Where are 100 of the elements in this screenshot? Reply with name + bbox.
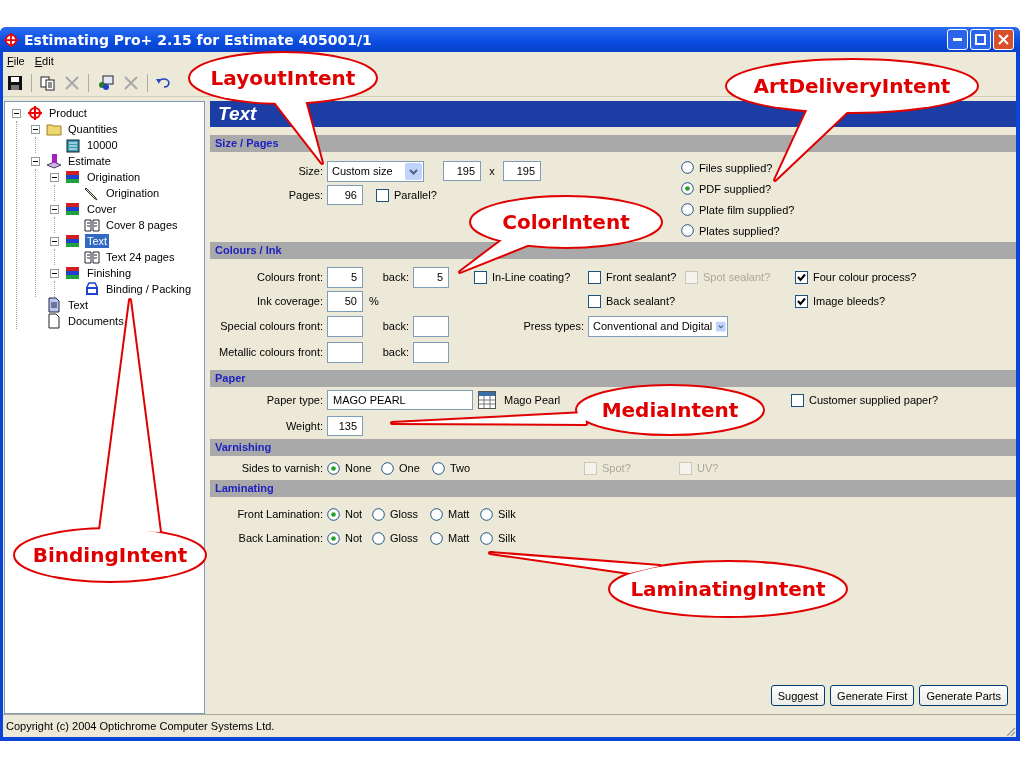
radio-button[interactable] <box>681 182 694 195</box>
checkbox[interactable] <box>791 393 804 407</box>
field-label: Metallic colours front: <box>218 346 324 358</box>
minimize-button[interactable] <box>947 29 968 50</box>
action-button[interactable]: Suggest <box>770 685 826 706</box>
collapse-icon[interactable] <box>50 236 59 246</box>
radio-button[interactable] <box>327 531 340 545</box>
copy-icon[interactable] <box>40 75 56 91</box>
tree-item[interactable]: Estimate <box>66 154 113 168</box>
tree-item[interactable]: Text 24 pages <box>104 250 177 264</box>
tree-item[interactable]: Origination <box>85 170 143 184</box>
paper-type-field[interactable]: MAGO PEARL <box>327 390 473 410</box>
colours-front-field[interactable]: 5 <box>327 266 363 288</box>
collapse-icon[interactable] <box>50 172 59 182</box>
collapse-icon[interactable] <box>31 156 40 166</box>
checkbox[interactable] <box>588 294 601 308</box>
menu-item[interactable]: File <box>7 55 25 67</box>
checkbox[interactable] <box>474 270 487 284</box>
special-back-field[interactable] <box>413 315 449 337</box>
action-button[interactable]: Generate First <box>830 685 915 706</box>
tree-item[interactable]: Binding / Packing <box>104 282 193 296</box>
document-icon <box>46 297 62 313</box>
action-button[interactable]: Generate Parts <box>919 685 1008 706</box>
times-sign: x <box>488 165 496 177</box>
tree-item[interactable]: Product <box>47 106 89 120</box>
radio-button[interactable] <box>681 203 694 216</box>
radio-button[interactable] <box>480 507 493 521</box>
field-label: Paper type: <box>265 394 324 406</box>
metallic-back-field[interactable] <box>413 341 449 363</box>
pages-field[interactable]: 96 <box>327 185 363 205</box>
width-field[interactable]: 195 <box>443 161 481 181</box>
field-label: Press types: <box>522 320 585 332</box>
tree-item[interactable]: Text <box>85 234 110 248</box>
maximize-button[interactable] <box>970 29 991 50</box>
weight-field[interactable]: 135 <box>327 416 363 436</box>
radio-button[interactable] <box>381 461 394 475</box>
menu-item[interactable]: Edit <box>34 55 54 67</box>
size-dropdown[interactable]: Custom size <box>327 160 424 182</box>
tree-item[interactable]: 10000 <box>85 138 120 152</box>
callout-text: LayoutIntent <box>210 66 356 90</box>
radio-button[interactable] <box>372 507 385 521</box>
height-field[interactable]: 195 <box>503 161 541 181</box>
metallic-front-field[interactable] <box>327 341 363 363</box>
radio-button[interactable] <box>327 461 340 475</box>
close-icon <box>998 34 1009 45</box>
radio-label: PDF supplied? <box>699 182 772 195</box>
machine-icon <box>84 281 100 297</box>
percent-unit: % <box>368 295 380 307</box>
radio-label: Silk <box>498 532 516 544</box>
checkbox[interactable] <box>588 270 601 284</box>
collapse-icon[interactable] <box>50 204 59 214</box>
radio-button[interactable] <box>681 224 694 237</box>
section-heading: Paper <box>210 370 1016 387</box>
tree-item[interactable]: Finishing <box>85 266 134 280</box>
collapse-icon[interactable] <box>12 108 21 118</box>
radio-button[interactable] <box>681 161 694 174</box>
save-icon[interactable] <box>7 75 23 91</box>
checkbox-label: Image bleeds? <box>813 295 886 307</box>
checkbox-label: UV? <box>697 462 719 474</box>
radio-button[interactable] <box>372 531 385 545</box>
radio-label: Matt <box>448 508 470 520</box>
radio-button[interactable] <box>432 461 445 475</box>
checkbox[interactable] <box>795 270 808 284</box>
collapse-icon[interactable] <box>50 268 59 278</box>
checkbox-label: In-Line coating? <box>492 271 571 283</box>
undo-icon[interactable] <box>156 77 170 89</box>
radio-button[interactable] <box>430 507 443 521</box>
colours-back-field[interactable]: 5 <box>413 266 449 288</box>
press-types-dropdown[interactable]: Conventional and Digital <box>588 315 728 337</box>
book-stack-icon <box>65 265 81 281</box>
tree-item[interactable]: Cover 8 pages <box>104 218 180 232</box>
tree-item[interactable]: Origination <box>104 186 162 200</box>
tree-item[interactable]: Quantities <box>66 122 120 136</box>
close-button[interactable] <box>993 29 1014 50</box>
radio-label: Gloss <box>390 508 419 520</box>
tree-item[interactable]: Documents <box>66 314 126 328</box>
checkbox-label: Front sealant? <box>606 271 677 283</box>
radio-label: Silk <box>498 508 516 520</box>
radio-button[interactable] <box>430 531 443 545</box>
radio-button[interactable] <box>480 531 493 545</box>
checkbox[interactable] <box>376 188 389 202</box>
radio-button[interactable] <box>327 507 340 521</box>
section-heading: Colours / Ink <box>210 242 1016 259</box>
special-front-field[interactable] <box>327 315 363 337</box>
tree-item[interactable]: Cover <box>85 202 119 216</box>
pen-icon <box>84 185 100 201</box>
table-icon[interactable] <box>478 391 496 409</box>
tree-item[interactable]: Text <box>66 298 91 312</box>
callout-text: ArtDeliveryIntent <box>753 74 951 98</box>
open-book-icon <box>84 249 100 265</box>
people-icon[interactable] <box>97 75 115 91</box>
book-stack-icon <box>65 169 81 185</box>
field-label: Colours front: <box>255 271 324 283</box>
ink-coverage-field[interactable]: 50 <box>327 290 363 312</box>
checkbox[interactable] <box>795 294 808 308</box>
collapse-icon[interactable] <box>31 124 40 134</box>
resize-grip-icon[interactable] <box>1004 725 1016 737</box>
radio-label: One <box>399 462 420 474</box>
section-heading: Size / Pages <box>210 135 1016 152</box>
field-label: Special colours front: <box>219 320 324 332</box>
